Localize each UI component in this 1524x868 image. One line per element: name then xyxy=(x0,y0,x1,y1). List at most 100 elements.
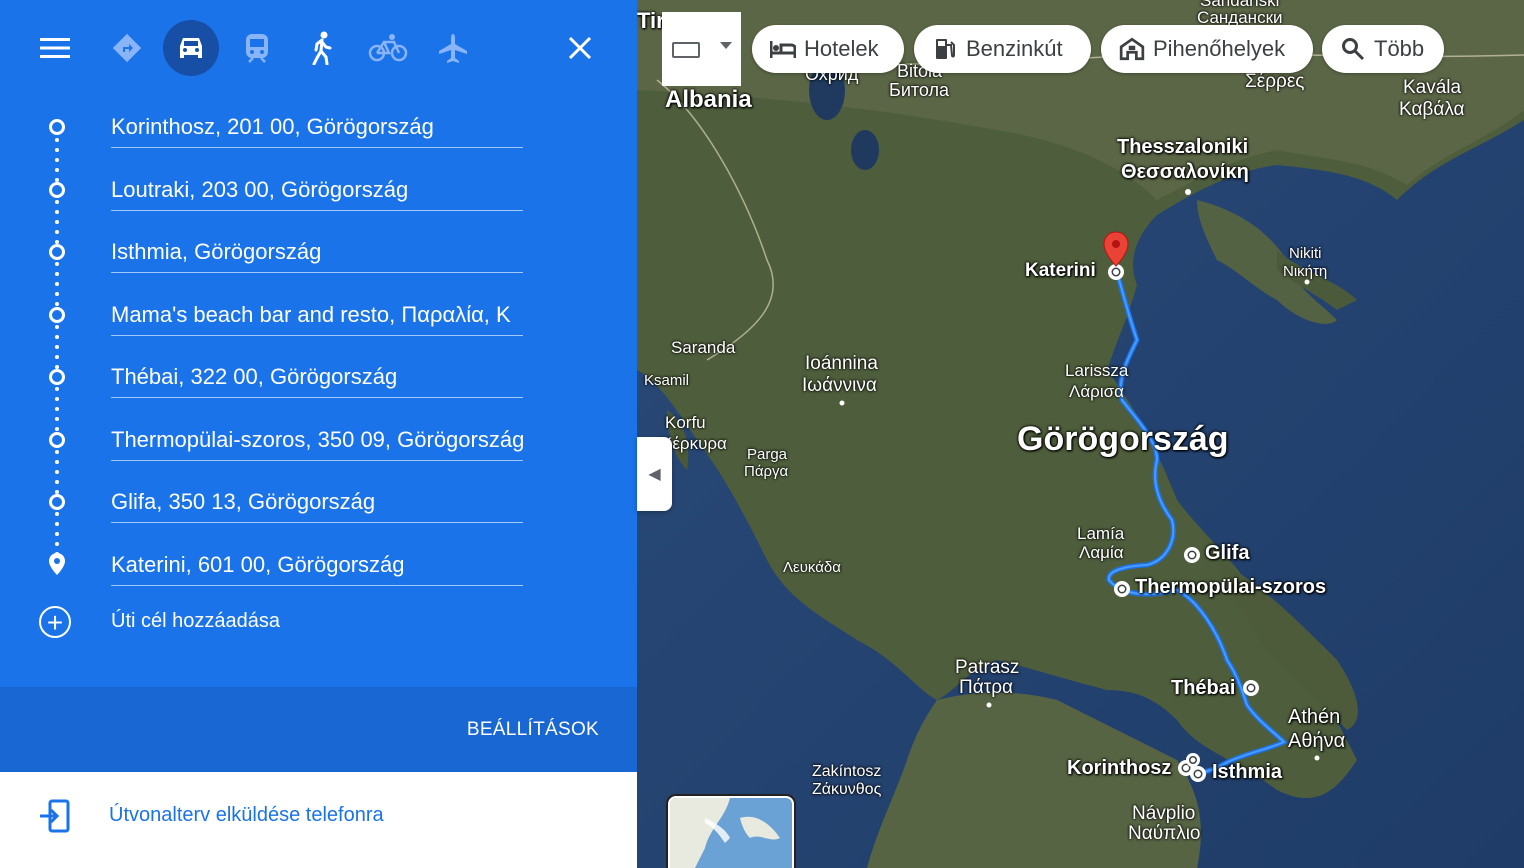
label-thebes: Thébai xyxy=(1171,677,1236,699)
label-thessaloniki: Thesszaloniki xyxy=(1117,136,1249,158)
train-icon[interactable] xyxy=(229,20,285,76)
label-korfu: Korfu xyxy=(665,413,706,432)
car-icon[interactable] xyxy=(163,20,219,76)
close-icon[interactable] xyxy=(552,20,608,76)
chevron-down-icon xyxy=(720,42,732,49)
gas-station-icon xyxy=(936,39,955,59)
stop-row: Loutraki, 203 00, Görögország xyxy=(0,162,637,224)
keyboard-icon xyxy=(672,42,700,58)
label-saranda: Saranda xyxy=(671,338,736,357)
stop-input[interactable]: Korinthosz, 201 00, Görögország xyxy=(111,109,523,148)
directions-panel: Korinthosz, 201 00, Görögország Loutraki… xyxy=(0,0,637,868)
waypoint-marker xyxy=(49,307,65,323)
label-lamia-gr: Λαμία xyxy=(1079,543,1124,562)
stop-input[interactable]: Isthmia, Görögország xyxy=(111,234,523,273)
panel-footer xyxy=(0,862,637,868)
label-zakynthos-gr: Ζάκυνθος xyxy=(812,781,882,798)
menu-icon[interactable] xyxy=(27,20,83,76)
walk-icon[interactable] xyxy=(294,20,350,76)
waypoint-marker xyxy=(49,119,65,135)
add-destination-label: Úti cél hozzáadása xyxy=(111,610,280,632)
stop-row: Isthmia, Görögország xyxy=(0,224,637,286)
label-patra: Patrasz xyxy=(955,657,1020,678)
stop-input[interactable]: Mama's beach bar and resto, Παραλία, Κ xyxy=(111,297,523,336)
search-icon xyxy=(1342,38,1365,61)
label-glifa: Glifa xyxy=(1205,542,1250,564)
label-nikiti: Nikiti xyxy=(1289,245,1322,262)
label-larissa-gr: Λάρισα xyxy=(1069,382,1124,401)
chip-hotels-label: Hotelek xyxy=(804,36,879,61)
stop-input[interactable]: Thermopülai-szoros, 350 09, Görögország xyxy=(111,422,523,461)
stop-input[interactable]: Glifa, 350 13, Görögország xyxy=(111,484,523,523)
label-larissa: Larissza xyxy=(1065,361,1129,380)
label-nikiti-gr: Νικήτη xyxy=(1283,263,1328,280)
label-thessaloniki-gr: Θεσσαλονίκη xyxy=(1121,161,1249,183)
waypoint-marker xyxy=(49,369,65,385)
settings-button[interactable]: BEÁLLÍTÁSOK xyxy=(467,719,599,741)
stop-row: Thermopülai-szoros, 350 09, Görögország xyxy=(0,412,637,474)
chip-rest-areas[interactable]: Pihenőhelyek xyxy=(1101,25,1313,73)
thebes-marker[interactable] xyxy=(1243,680,1259,696)
send-to-phone-button[interactable]: Útvonalterv elküldése telefonra xyxy=(0,772,637,863)
glifa-marker[interactable] xyxy=(1184,547,1200,563)
collapse-panel-button[interactable]: ◀ xyxy=(637,437,672,511)
add-destination-button[interactable]: + Úti cél hozzáadása xyxy=(0,596,637,652)
label-nafplio: Návplio xyxy=(1132,803,1196,824)
chip-more[interactable]: Több xyxy=(1322,25,1444,73)
thermopylae-marker[interactable] xyxy=(1114,581,1130,597)
label-nafplio-gr: Ναύπλιο xyxy=(1128,823,1201,844)
stop-row: Thébai, 322 00, Görögország xyxy=(0,349,637,411)
minimap-preview xyxy=(670,798,780,868)
add-icon: + xyxy=(39,606,71,638)
stop-row: Korinthosz, 201 00, Görögország xyxy=(0,99,637,161)
travel-mode-bar xyxy=(0,0,637,100)
label-isthmia: Isthmia xyxy=(1212,761,1283,783)
label-kavala-gr: Καβάλα xyxy=(1399,99,1465,120)
send-to-device-icon xyxy=(40,799,70,833)
waypoint-marker xyxy=(49,244,65,260)
label-parga-gr: Πάργα xyxy=(744,463,789,480)
label-thermopylae: Thermopülai-szoros xyxy=(1135,576,1327,598)
chip-gas-label: Benzinkút xyxy=(966,36,1063,61)
label-bitola-gr: Битола xyxy=(889,80,950,100)
label-athens-gr: Αθήνα xyxy=(1288,730,1346,752)
label-athens: Athén xyxy=(1288,706,1341,728)
best-route-icon[interactable] xyxy=(99,20,155,76)
label-lamia: Lamía xyxy=(1077,524,1125,543)
label-kavala: Kavála xyxy=(1403,77,1462,98)
chip-hotels[interactable]: Hotelek xyxy=(752,25,904,73)
plane-icon[interactable] xyxy=(425,20,481,76)
stop-input[interactable]: Thébai, 322 00, Görögország xyxy=(111,359,523,398)
stop-input[interactable]: Katerini, 601 00, Görögország xyxy=(111,547,523,586)
layers-minimap-button[interactable] xyxy=(668,796,794,868)
label-serres-gr: Σέρρες xyxy=(1245,71,1305,92)
label-ksamil: Ksamil xyxy=(644,372,690,389)
label-lefkada-gr: Λευκάδα xyxy=(783,559,841,576)
label-greece: Görögország xyxy=(1017,420,1229,458)
label-zakynthos: Zakíntosz xyxy=(812,763,882,780)
stop-input[interactable]: Loutraki, 203 00, Görögország xyxy=(111,172,523,211)
destination-pin-icon xyxy=(49,553,65,575)
chip-more-label: Több xyxy=(1374,36,1425,61)
label-katerini: Katerini xyxy=(1025,260,1096,281)
settings-bar: BEÁLLÍTÁSOK xyxy=(0,687,637,772)
isthmia-marker[interactable] xyxy=(1190,766,1206,782)
waypoint-marker xyxy=(49,182,65,198)
loutraki-marker[interactable] xyxy=(1186,753,1200,767)
stop-row: Glifa, 350 13, Görögország xyxy=(0,474,637,536)
waypoint-marker xyxy=(49,494,65,510)
chip-gas[interactable]: Benzinkút xyxy=(914,25,1091,73)
label-ioannina: Ioánnina xyxy=(805,353,878,374)
map-canvas[interactable]: Albania Tir Görögország Thesszaloniki Θε… xyxy=(637,0,1524,868)
input-tools-button[interactable] xyxy=(662,12,741,86)
chevron-left-icon: ◀ xyxy=(648,466,661,483)
waypoint-marker xyxy=(49,432,65,448)
hotel-icon xyxy=(770,41,796,58)
bike-icon[interactable] xyxy=(360,20,416,76)
rest-area-icon xyxy=(1119,37,1145,61)
label-tirana: Tir xyxy=(637,8,665,33)
label-korinthos: Korinthosz xyxy=(1067,757,1172,779)
label-patra-gr: Πάτρα xyxy=(959,677,1014,698)
chip-rest-label: Pihenőhelyek xyxy=(1153,36,1286,61)
send-to-phone-label: Útvonalterv elküldése telefonra xyxy=(109,804,384,826)
